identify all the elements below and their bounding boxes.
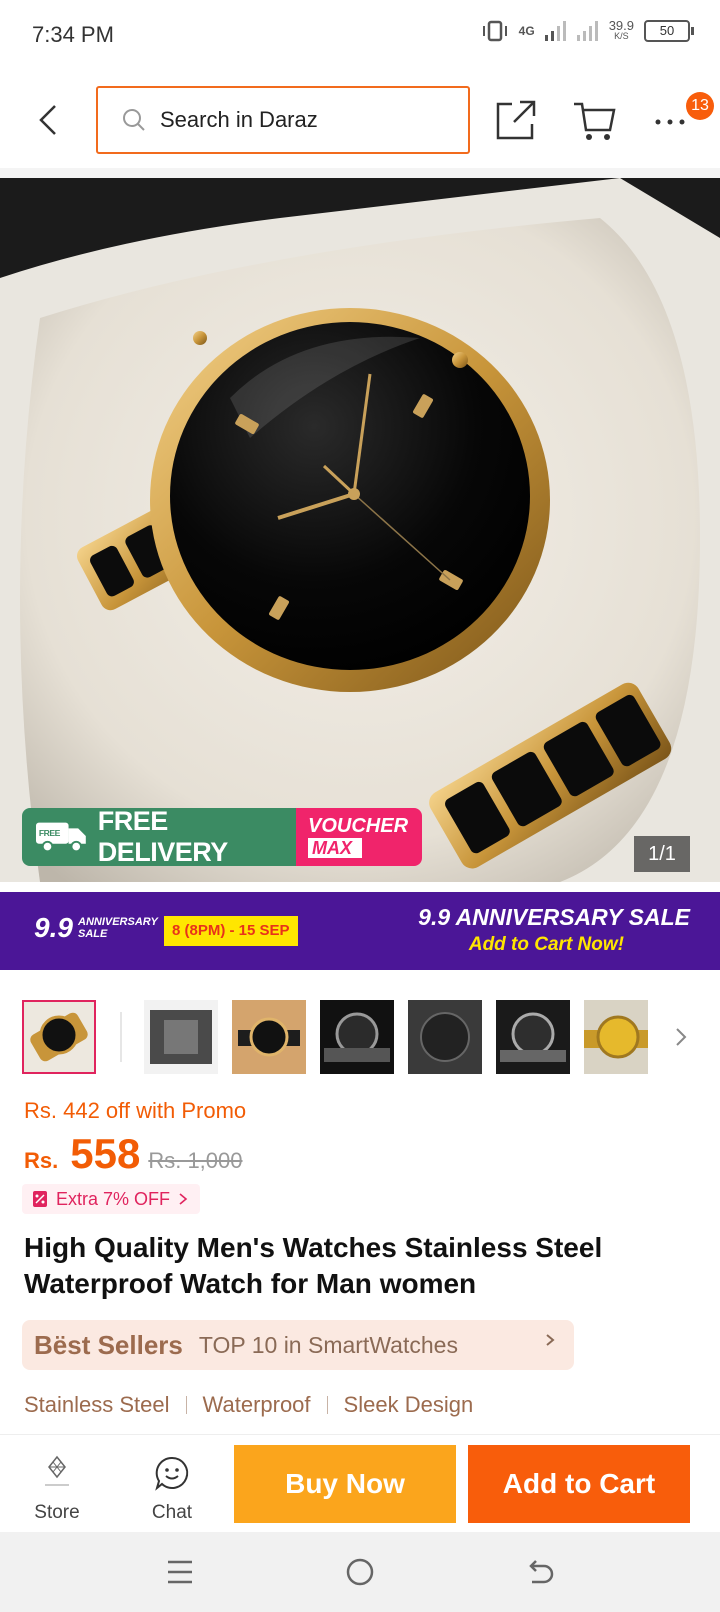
net-speed: 39.9 K/S [608, 18, 634, 41]
thumbnails-next-button[interactable] [674, 1024, 688, 1055]
feature-tag: Sleek Design [343, 1392, 474, 1417]
signal-icon [544, 21, 566, 41]
free-delivery-voucher-tag: FREE FREE DELIVERY VOUCHER MAX [22, 808, 422, 866]
voucher-text: VOUCHER [308, 815, 409, 837]
feature-separator [185, 1396, 187, 1414]
back-arrow-icon [529, 1560, 554, 1584]
max-text: MAX [308, 838, 362, 858]
price-currency: Rs. [24, 1148, 59, 1173]
store-button[interactable]: Store [26, 1455, 88, 1523]
thumbnail-item[interactable] [232, 1000, 306, 1074]
cart-icon [574, 102, 616, 140]
truck-icon: FREE [36, 822, 86, 852]
sale-banner[interactable]: 9.9 ANNIVERSARY SALE 8 (8PM) - 15 SEP 9.… [0, 892, 720, 970]
extra-off-badge[interactable]: Extra 7% OFF [22, 1184, 201, 1214]
best-sellers-label: Bëst Sellers [34, 1329, 183, 1360]
coupon-icon [33, 1191, 47, 1207]
battery-icon: 50 [644, 20, 694, 42]
thumbnail-strip [22, 998, 702, 1076]
add-to-cart-button[interactable]: Add to Cart [468, 1445, 690, 1523]
network-type: 4G [518, 24, 535, 38]
thumbnail-item[interactable] [320, 1000, 394, 1074]
vibrate-icon [482, 20, 507, 42]
menu-icon [168, 1560, 192, 1584]
extra-off-text: Extra 7% OFF [56, 1188, 171, 1209]
home-nav-button[interactable] [340, 1554, 380, 1590]
cart-button[interactable] [572, 100, 616, 142]
share-button[interactable] [496, 100, 536, 140]
search-placeholder: Search in Daraz [160, 107, 318, 132]
notification-badge: 13 [686, 92, 714, 120]
thumbnail-item[interactable] [584, 1000, 648, 1074]
sale-cta: Add to Cart Now! [468, 934, 624, 955]
chat-label: Chat [151, 1502, 193, 1523]
chevron-right-icon [544, 1330, 556, 1356]
chat-button[interactable]: Chat [140, 1455, 204, 1523]
thumbnail-image [320, 1000, 394, 1074]
chevron-left-icon [39, 105, 56, 135]
chat-icon [155, 1456, 189, 1491]
best-sellers-bar[interactable]: Bëst Sellers TOP 10 in SmartWatches [22, 1320, 574, 1370]
free-delivery-label: FREE FREE DELIVERY [22, 808, 296, 866]
thumbnail-image [408, 1000, 482, 1074]
signal-icon-2 [576, 21, 598, 41]
feature-tag: Waterproof [202, 1392, 311, 1417]
sale-title: 9.9 ANNIVERSARY SALE [418, 904, 690, 930]
sale-logo-sub: ANNIVERSARY SALE [78, 916, 158, 940]
buy-now-button[interactable]: Buy Now [234, 1445, 456, 1523]
thumbnail-image [496, 1000, 570, 1074]
system-nav-bar [0, 1532, 720, 1612]
thumbnail-image [24, 1002, 94, 1072]
store-logo-icon [45, 1455, 69, 1486]
voucher-max-label: VOUCHER MAX [296, 808, 422, 866]
thumbnail-item[interactable] [408, 1000, 482, 1074]
promo-discount-text: Rs. 442 off with Promo [24, 1098, 247, 1123]
price-row: Rs. 558 Rs. 1,000 [24, 1130, 243, 1178]
thumbnail-image [144, 1000, 218, 1074]
free-small-text: FREE [39, 828, 61, 838]
feature-tags: Stainless Steel Waterproof Sleek Design [24, 1392, 473, 1418]
back-button[interactable] [28, 98, 68, 142]
free-delivery-text: FREE DELIVERY [97, 808, 229, 866]
feature-tag: Stainless Steel [24, 1392, 170, 1417]
status-bar: 7:34 PM 4G 39.9 K/S 50 [0, 0, 720, 72]
current-price: 558 [70, 1130, 141, 1177]
thumbnail-item[interactable] [496, 1000, 570, 1074]
chevron-right-icon [676, 1028, 687, 1046]
product-image-gallery[interactable]: FREE FREE DELIVERY VOUCHER MAX 1/1 [0, 178, 720, 882]
chevron-right-icon [179, 1193, 188, 1205]
store-label: Store [34, 1502, 80, 1523]
status-time: 7:34 PM [32, 22, 114, 47]
divider [0, 168, 720, 178]
original-price: Rs. 1,000 [148, 1148, 243, 1173]
best-sellers-rank: TOP 10 in SmartWatches [198, 1331, 458, 1358]
back-nav-button[interactable] [520, 1554, 560, 1590]
menu-nav-button[interactable] [160, 1554, 200, 1590]
image-counter: 1/1 [634, 836, 690, 872]
share-icon [496, 100, 536, 140]
search-icon [123, 109, 145, 131]
product-image [0, 178, 720, 882]
bottom-action-bar: Store Chat Buy Now Add to Cart [0, 1434, 720, 1532]
sale-date: 8 (8PM) - 15 SEP [164, 916, 298, 946]
thumbnail-item[interactable] [22, 1000, 96, 1074]
feature-separator [326, 1396, 328, 1414]
thumbnail-image [584, 1000, 648, 1074]
home-circle-icon [346, 1558, 374, 1586]
top-nav: Search in Daraz 13 [0, 72, 720, 168]
thumbnail-item[interactable] [144, 1000, 218, 1074]
sale-logo: 9.9 [34, 912, 73, 943]
thumbnail-image [232, 1000, 306, 1074]
product-title: High Quality Men's Watches Stainless Ste… [24, 1232, 603, 1299]
status-icons: 4G 39.9 K/S 50 [481, 18, 694, 42]
search-input[interactable]: Search in Daraz [96, 86, 470, 154]
product-page: 7:34 PM 4G 39.9 K/S 50 Search in Daraz 1… [0, 0, 720, 1612]
thumbnail-separator [120, 1012, 122, 1062]
